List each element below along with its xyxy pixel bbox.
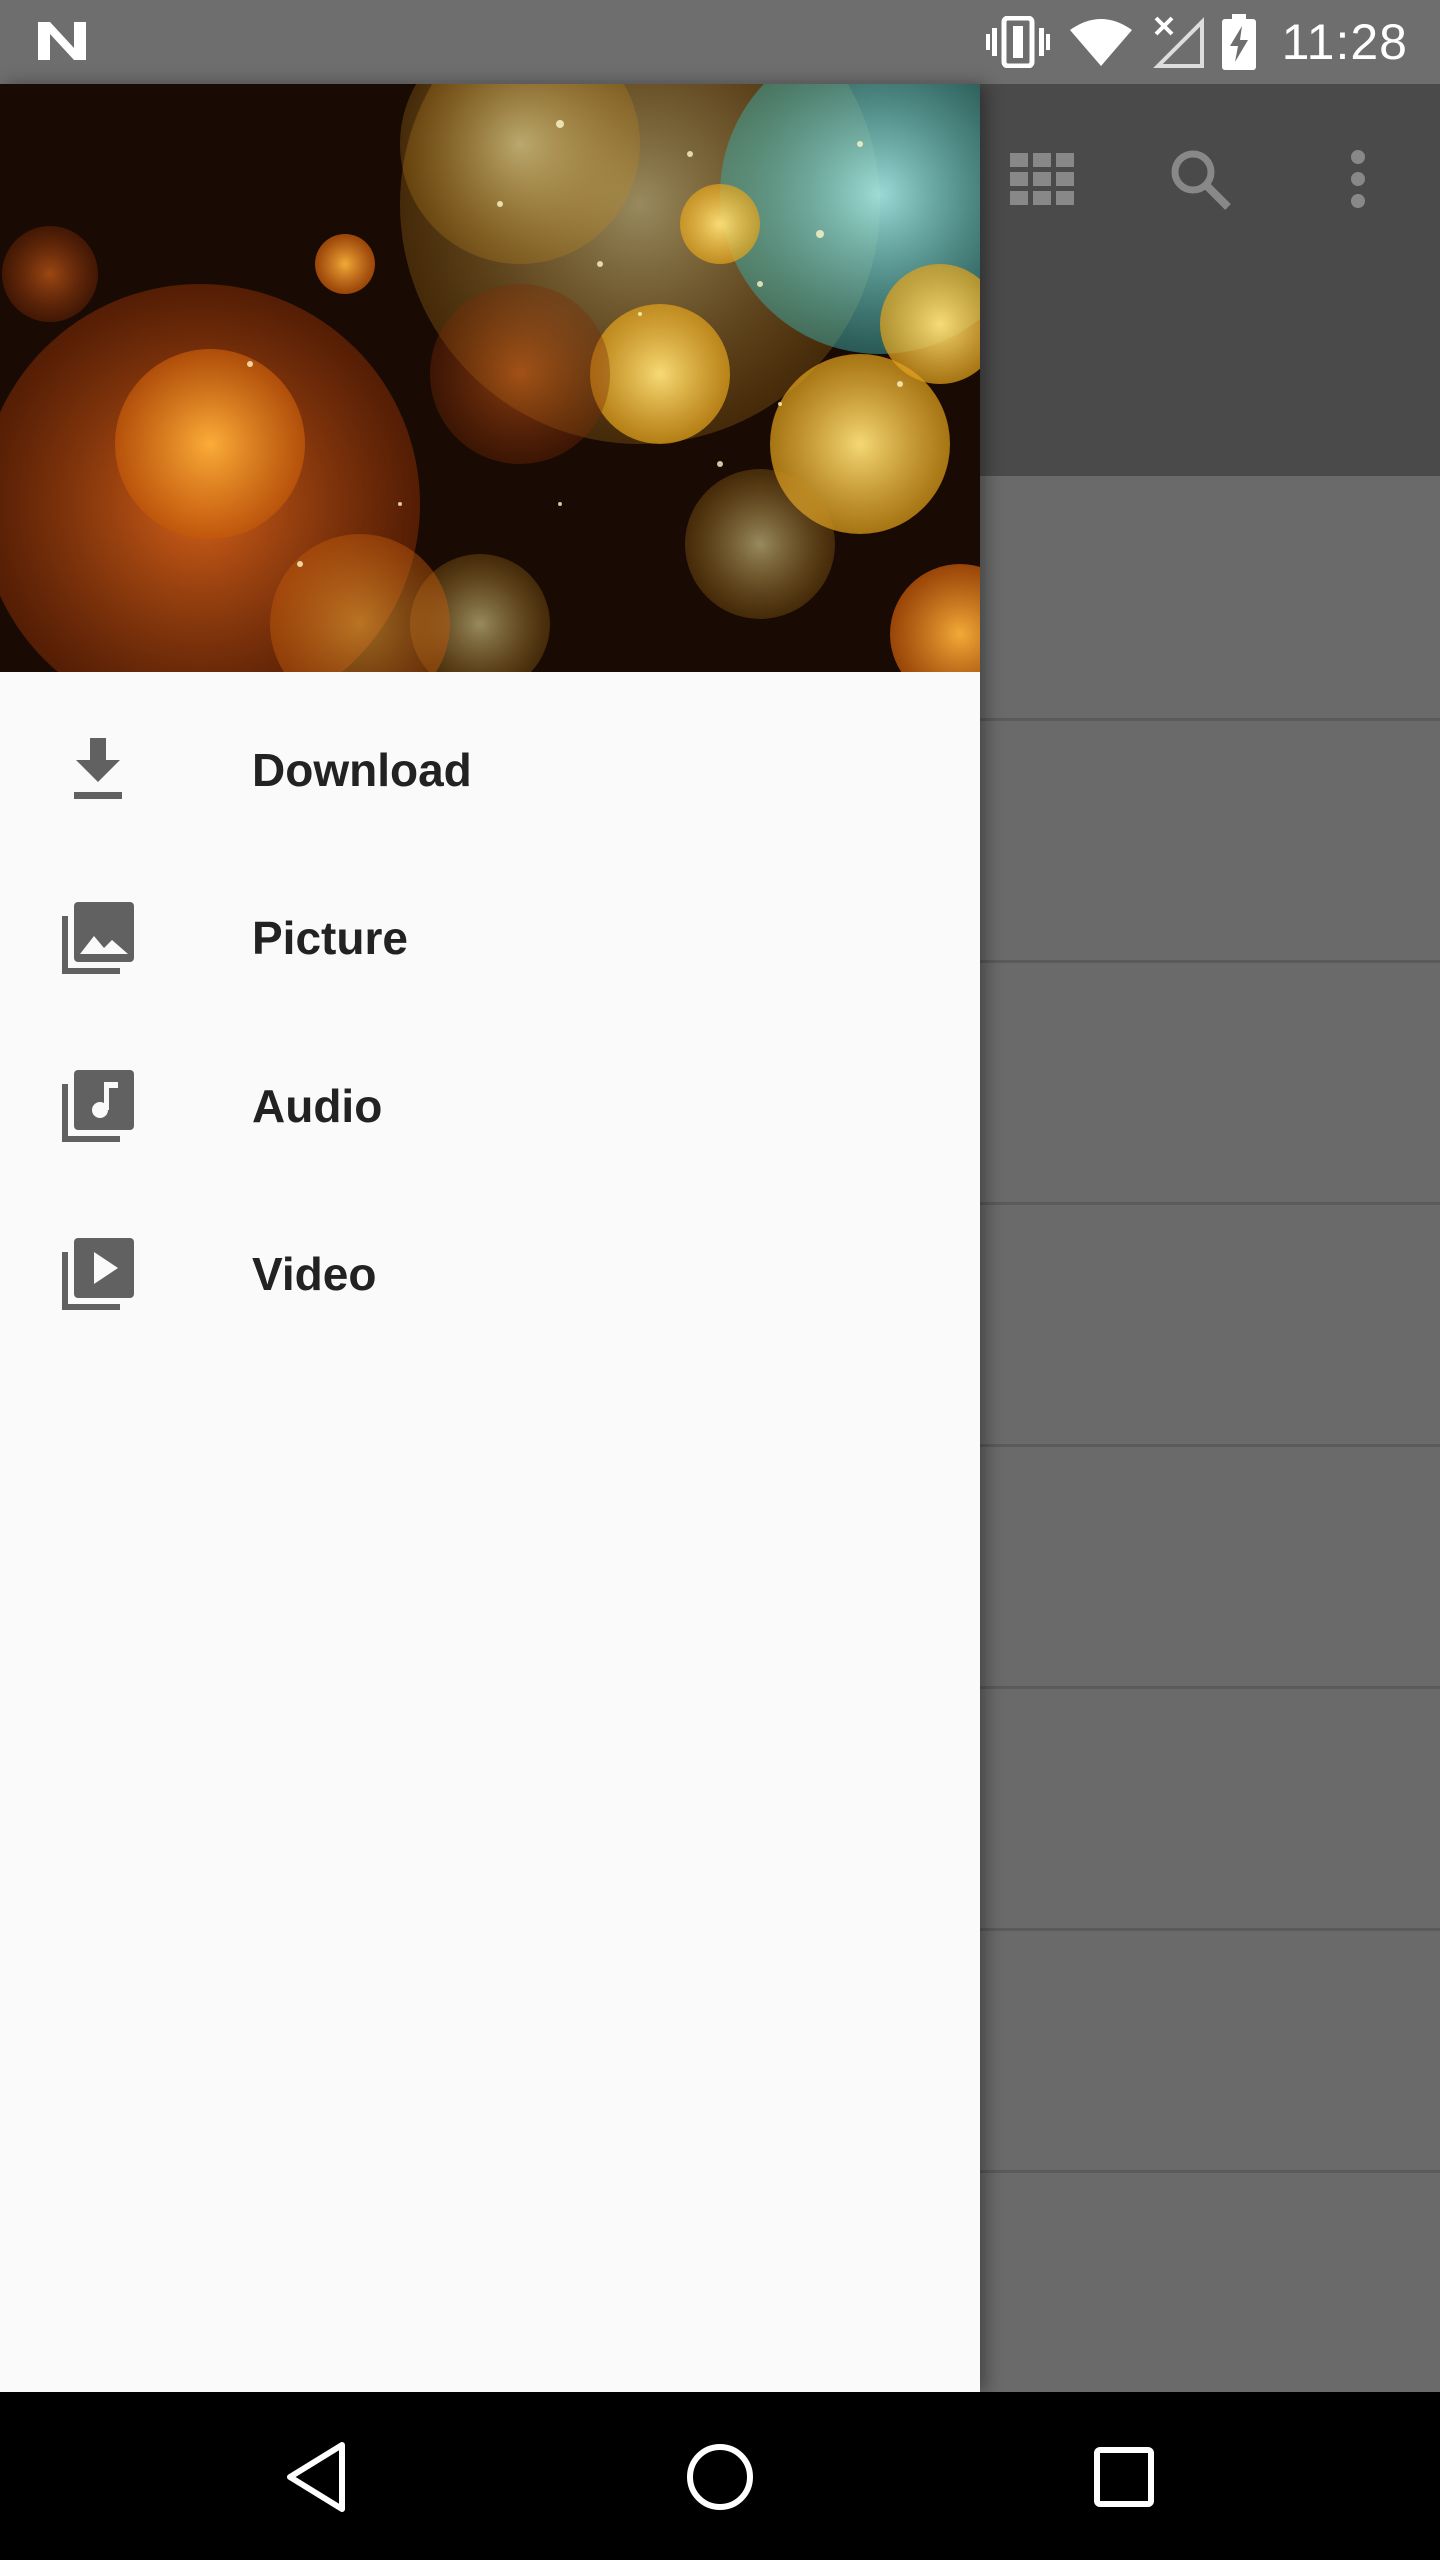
n-logo-icon bbox=[38, 22, 86, 60]
drawer-menu: Download Picture Audio Video bbox=[0, 672, 980, 1358]
drawer-header-image bbox=[0, 84, 980, 672]
drawer-item-video[interactable]: Video bbox=[0, 1190, 980, 1358]
video-library-icon bbox=[58, 1234, 138, 1314]
wifi-icon bbox=[1069, 19, 1132, 66]
drawer-item-label: Audio bbox=[252, 1080, 383, 1132]
more-vert-icon[interactable] bbox=[1298, 119, 1418, 239]
home-icon[interactable] bbox=[660, 2422, 780, 2532]
vibrate-icon bbox=[985, 16, 1050, 68]
no-signal-icon bbox=[1152, 16, 1204, 68]
photo-library-icon bbox=[58, 898, 138, 978]
drawer-item-label: Video bbox=[252, 1248, 377, 1300]
music-library-icon bbox=[58, 1066, 138, 1146]
drawer-item-audio[interactable]: Audio bbox=[0, 1022, 980, 1190]
recents-icon[interactable] bbox=[1064, 2422, 1184, 2532]
navigation-drawer: Download Picture Audio Video bbox=[0, 84, 980, 2392]
battery-charging-icon bbox=[1221, 14, 1256, 70]
search-icon[interactable] bbox=[1140, 119, 1260, 239]
download-icon bbox=[58, 730, 138, 810]
status-time: 11:28 bbox=[1281, 14, 1408, 70]
drawer-item-label: Picture bbox=[252, 912, 408, 964]
drawer-item-label: Download bbox=[252, 744, 472, 796]
status-bar: 11:28 bbox=[0, 0, 1440, 84]
drawer-item-download[interactable]: Download bbox=[0, 686, 980, 854]
back-icon[interactable] bbox=[256, 2422, 376, 2532]
grid-view-icon[interactable] bbox=[982, 119, 1102, 239]
drawer-item-picture[interactable]: Picture bbox=[0, 854, 980, 1022]
navigation-bar bbox=[0, 2392, 1440, 2560]
